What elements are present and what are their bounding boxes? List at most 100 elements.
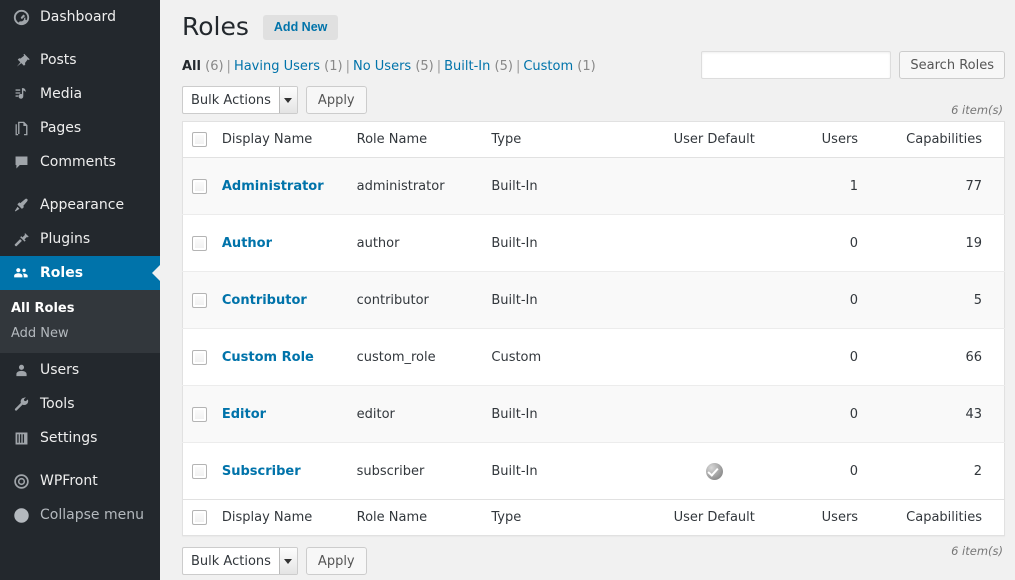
comment-icon	[11, 152, 31, 172]
tablenav-top: Bulk Actions Apply	[182, 85, 1005, 115]
row-checkbox[interactable]	[192, 350, 207, 365]
sidebar-item-comments[interactable]: Comments	[0, 145, 160, 179]
search-input[interactable]	[701, 51, 891, 79]
page-title: Roles	[182, 11, 249, 43]
admin-sidebar: Dashboard Posts MediaPages Comments Appearan…	[0, 0, 160, 580]
filter-count: (5)	[495, 59, 513, 74]
sidebar-menu-bottom: Users Tools Settings WPFront Collapse menu	[0, 353, 160, 532]
cell-capabilities: 77	[880, 158, 1004, 215]
item-count-top: 6 item(s)	[951, 103, 1003, 117]
select-all-header-bottom	[183, 500, 222, 536]
sidebar-item-label: WPFront	[40, 473, 98, 489]
column-footer-type[interactable]: Type	[491, 500, 646, 536]
sidebar-item-wpfront[interactable]: WPFront	[0, 464, 160, 498]
sidebar-item-appearance[interactable]: Appearance	[0, 188, 160, 222]
cell-display-name: Editor	[222, 386, 357, 443]
sidebar-item-plugins[interactable]: Plugins	[0, 222, 160, 256]
submenu-item-all-roles[interactable]: All Roles	[0, 296, 160, 321]
table-row: AdministratoradministratorBuilt-In177	[183, 158, 1005, 215]
cell-display-name: Contributor	[222, 272, 357, 329]
submenu-item-add-new[interactable]: Add New	[0, 321, 160, 346]
sidebar-item-roles[interactable]: Roles	[0, 256, 160, 290]
column-footer-user-default[interactable]: User Default	[647, 500, 782, 536]
sidebar-item-label: Collapse menu	[40, 507, 144, 523]
row-checkbox[interactable]	[192, 293, 207, 308]
sidebar-item-label: Tools	[40, 396, 75, 412]
row-checkbox[interactable]	[192, 179, 207, 194]
role-link[interactable]: Contributor	[222, 293, 307, 308]
table-row: Custom Rolecustom_roleCustom066	[183, 329, 1005, 386]
column-footer-display-name[interactable]: Display Name	[222, 500, 357, 536]
row-checkbox-cell	[183, 443, 222, 500]
sidebar-item-label: Posts	[40, 52, 77, 68]
table-foot: Display Name Role Name Type User Default…	[183, 500, 1005, 536]
brush-icon	[11, 195, 31, 215]
bulk-actions-select-top[interactable]: Bulk Actions	[182, 86, 298, 114]
filter-count: (1)	[577, 59, 595, 74]
role-link[interactable]: Author	[222, 236, 272, 251]
sidebar-item-users[interactable]: Users	[0, 353, 160, 387]
column-header-capabilities[interactable]: Capabilities	[880, 122, 1004, 158]
cell-display-name: Custom Role	[222, 329, 357, 386]
filter-separator: |	[343, 59, 353, 74]
column-header-role-name[interactable]: Role Name	[357, 122, 492, 158]
filter-link-built-in[interactable]: Built-In	[444, 59, 490, 74]
tablenav-bottom: Bulk Actions Apply 6 item(s)	[182, 546, 1005, 576]
row-checkbox[interactable]	[192, 464, 207, 479]
filter-link-having-users[interactable]: Having Users	[234, 59, 320, 74]
row-checkbox[interactable]	[192, 236, 207, 251]
add-new-button[interactable]: Add New	[263, 15, 338, 40]
search-roles-button[interactable]: Search Roles	[899, 51, 1005, 79]
sidebar-submenu-roles: All RolesAdd New	[0, 290, 160, 353]
cell-type: Built-In	[491, 443, 646, 500]
sidebar-item-posts[interactable]: Posts	[0, 43, 160, 77]
pages-icon	[11, 118, 31, 138]
filter-count: (1)	[324, 59, 342, 74]
role-link[interactable]: Subscriber	[222, 464, 301, 479]
cell-users: 0	[782, 215, 880, 272]
role-link[interactable]: Editor	[222, 407, 266, 422]
cell-capabilities: 66	[880, 329, 1004, 386]
column-footer-users[interactable]: Users	[782, 500, 880, 536]
column-header-display-name[interactable]: Display Name	[222, 122, 357, 158]
cell-type: Built-In	[491, 215, 646, 272]
column-header-user-default[interactable]: User Default	[647, 122, 782, 158]
sidebar-item-media[interactable]: Media	[0, 77, 160, 111]
column-header-type[interactable]: Type	[491, 122, 646, 158]
sidebar-item-pages[interactable]: Pages	[0, 111, 160, 145]
sidebar-item-dashboard[interactable]: Dashboard	[0, 0, 160, 34]
apply-button-bottom[interactable]: Apply	[306, 547, 367, 575]
role-link[interactable]: Custom Role	[222, 350, 314, 365]
cell-role-name: author	[357, 215, 492, 272]
cell-display-name: Author	[222, 215, 357, 272]
filter-link-all[interactable]: All	[182, 59, 201, 74]
sidebar-item-label: Settings	[40, 430, 97, 446]
users-group-icon	[11, 263, 31, 283]
column-footer-capabilities[interactable]: Capabilities	[880, 500, 1004, 536]
row-checkbox[interactable]	[192, 407, 207, 422]
column-footer-role-name[interactable]: Role Name	[357, 500, 492, 536]
column-header-users[interactable]: Users	[782, 122, 880, 158]
cell-user-default	[647, 386, 782, 443]
filter-count: (6)	[205, 59, 223, 74]
select-all-checkbox-top[interactable]	[192, 132, 207, 147]
chevron-down-icon	[279, 87, 297, 113]
select-all-checkbox-bottom[interactable]	[192, 510, 207, 525]
dashboard-icon	[11, 7, 31, 27]
cell-users: 0	[782, 329, 880, 386]
sidebar-item-label: Comments	[40, 154, 116, 170]
filter-link-no-users[interactable]: No Users	[353, 59, 411, 74]
cell-users: 1	[782, 158, 880, 215]
bulk-actions-select-bottom[interactable]: Bulk Actions	[182, 547, 298, 575]
cell-users: 0	[782, 272, 880, 329]
sidebar-item-tools[interactable]: Tools	[0, 387, 160, 421]
role-link[interactable]: Administrator	[222, 179, 324, 194]
filter-count: (5)	[415, 59, 433, 74]
sidebar-item-settings[interactable]: Settings	[0, 421, 160, 455]
apply-button-top[interactable]: Apply	[306, 86, 367, 114]
cell-capabilities: 5	[880, 272, 1004, 329]
filter-link-custom[interactable]: Custom	[523, 59, 573, 74]
item-count-bottom: 6 item(s)	[951, 544, 1003, 558]
cell-user-default	[647, 158, 782, 215]
sidebar-item-collapse-menu[interactable]: Collapse menu	[0, 498, 160, 532]
